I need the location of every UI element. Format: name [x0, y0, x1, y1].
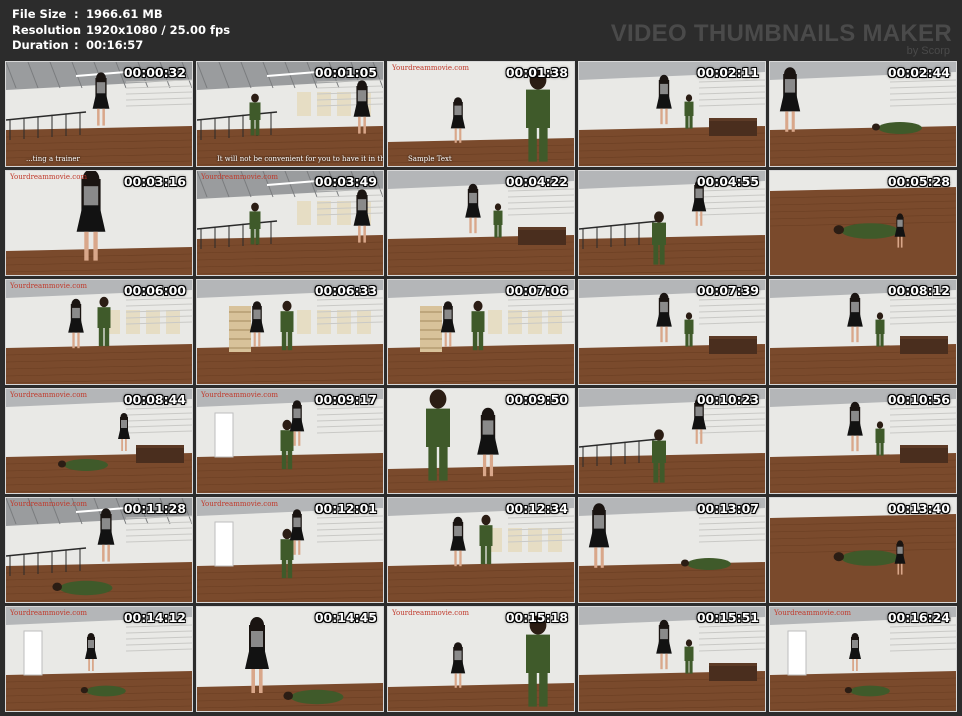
thumbnail-timestamp: 00:02:44 — [887, 65, 950, 80]
video-thumbnail[interactable]: Yourdreammovie.com 00:03:49 — [196, 170, 384, 276]
video-thumbnail[interactable]: Yourdreammovie.com 00:12:01 — [196, 497, 384, 603]
site-watermark: Yourdreammovie.com — [774, 609, 852, 617]
resolution-value: 1920x1080 / 25.00 fps — [86, 22, 231, 37]
video-thumbnail[interactable]: 00:05:28 — [769, 170, 957, 276]
thumbnail-timestamp: 00:08:12 — [887, 283, 950, 298]
video-thumbnail[interactable]: Yourdreammovie.com 00:09:17 — [196, 388, 384, 494]
thumbnail-timestamp: 00:07:39 — [696, 283, 759, 298]
thumbnail-timestamp: 00:10:56 — [887, 392, 950, 407]
video-thumbnail[interactable]: 00:15:51 — [578, 606, 766, 712]
thumbnail-timestamp: 00:12:34 — [505, 501, 568, 516]
thumbnail-timestamp: 00:06:00 — [123, 283, 186, 298]
thumbnail-timestamp: 00:14:12 — [123, 610, 186, 625]
site-watermark: Yourdreammovie.com — [392, 609, 470, 617]
video-thumbnail[interactable]: 00:14:45 — [196, 606, 384, 712]
resolution-label: Resolution — [12, 22, 82, 37]
thumbnail-timestamp: 00:16:24 — [887, 610, 950, 625]
site-watermark: Yourdreammovie.com — [10, 173, 88, 181]
resolution-sep: : — [74, 22, 79, 37]
thumbnail-timestamp: 00:05:28 — [887, 174, 950, 189]
thumbnail-timestamp: 00:03:49 — [314, 174, 377, 189]
duration-label: Duration — [12, 38, 69, 52]
thumbnail-timestamp: 00:13:07 — [696, 501, 759, 516]
video-thumbnail[interactable]: 00:00:32 ...ting a trainer — [5, 61, 193, 167]
video-thumbnail[interactable]: Yourdreammovie.com 00:14:12 — [5, 606, 193, 712]
site-watermark: Yourdreammovie.com — [392, 64, 470, 72]
video-thumbnail[interactable]: Yourdreammovie.com 00:16:24 — [769, 606, 957, 712]
thumbnail-timestamp: 00:06:33 — [314, 283, 377, 298]
video-thumbnail[interactable]: 00:04:22 — [387, 170, 575, 276]
thumbnail-timestamp: 00:04:55 — [696, 174, 759, 189]
thumbnail-timestamp: 00:14:45 — [314, 610, 377, 625]
resolution-row: Resolution : 1920x1080 / 25.00 fps — [12, 23, 230, 39]
thumbnail-timestamp: 00:04:22 — [505, 174, 568, 189]
video-thumbnail[interactable]: 00:07:06 — [387, 279, 575, 385]
thumbnail-timestamp: 00:12:01 — [314, 501, 377, 516]
site-watermark: Yourdreammovie.com — [201, 173, 279, 181]
watermark-subtitle: by Scorp — [906, 45, 950, 57]
site-watermark: Yourdreammovie.com — [201, 500, 279, 508]
thumbnail-timestamp: 00:01:38 — [505, 65, 568, 80]
file-size-row: File Size : 1966.61 MB — [12, 7, 230, 23]
thumbnail-timestamp: 00:08:44 — [123, 392, 186, 407]
site-watermark: Yourdreammovie.com — [10, 609, 88, 617]
thumbnail-timestamp: 00:10:23 — [696, 392, 759, 407]
duration-sep: : — [74, 38, 79, 52]
thumbnail-timestamp: 00:03:16 — [123, 174, 186, 189]
thumbnail-timestamp: 00:07:06 — [505, 283, 568, 298]
duration-value: 00:16:57 — [86, 38, 144, 52]
video-thumbnail[interactable]: Yourdreammovie.com 00:01:38 Sample Text — [387, 61, 575, 167]
thumbnail-timestamp: 00:09:50 — [505, 392, 568, 407]
video-thumbnail[interactable]: 00:02:11 — [578, 61, 766, 167]
subtitle-caption: ...ting a trainer — [26, 155, 80, 163]
video-thumbnail[interactable]: 00:02:44 — [769, 61, 957, 167]
watermark-title: VIDEO THUMBNAILS MAKER — [610, 20, 952, 47]
video-thumbnail[interactable]: 00:08:12 — [769, 279, 957, 385]
thumbnail-timestamp: 00:01:05 — [314, 65, 377, 80]
video-thumbnail[interactable]: Yourdreammovie.com 00:08:44 — [5, 388, 193, 494]
thumbnail-sheet: File Size : 1966.61 MB Resolution : 1920… — [0, 0, 962, 716]
duration-row: Duration : 00:16:57 — [12, 38, 230, 54]
thumbnail-timestamp: 00:11:28 — [123, 501, 186, 516]
thumbnail-timestamp: 00:02:11 — [696, 65, 759, 80]
video-thumbnail[interactable]: Yourdreammovie.com 00:11:28 — [5, 497, 193, 603]
video-thumbnail[interactable]: 00:10:56 — [769, 388, 957, 494]
video-thumbnail[interactable]: 00:10:23 — [578, 388, 766, 494]
file-size-sep: : — [74, 7, 79, 21]
file-info: File Size : 1966.61 MB Resolution : 1920… — [12, 7, 230, 54]
file-size-label: File Size — [12, 7, 67, 21]
video-thumbnail[interactable]: 00:09:50 — [387, 388, 575, 494]
subtitle-caption: Sample Text — [408, 155, 452, 163]
video-thumbnail[interactable]: 00:13:40 — [769, 497, 957, 603]
thumbnail-timestamp: 00:15:51 — [696, 610, 759, 625]
site-watermark: Yourdreammovie.com — [10, 391, 88, 399]
video-thumbnail[interactable]: 00:04:55 — [578, 170, 766, 276]
thumbnail-timestamp: 00:00:32 — [123, 65, 186, 80]
site-watermark: Yourdreammovie.com — [201, 391, 279, 399]
thumbnail-timestamp: 00:09:17 — [314, 392, 377, 407]
thumbnail-grid: 00:00:32 ...ting a trainer 00:01:05 It will… — [5, 61, 961, 713]
site-watermark: Yourdreammovie.com — [10, 500, 88, 508]
video-thumbnail[interactable]: Yourdreammovie.com 00:15:18 — [387, 606, 575, 712]
video-thumbnail[interactable]: 00:13:07 — [578, 497, 766, 603]
video-thumbnail[interactable]: 00:01:05 It will not be convenient for yo… — [196, 61, 384, 167]
file-size-value: 1966.61 MB — [86, 7, 163, 21]
video-thumbnail[interactable]: 00:07:39 — [578, 279, 766, 385]
video-thumbnail[interactable]: Yourdreammovie.com 00:06:00 — [5, 279, 193, 385]
video-thumbnail[interactable]: Yourdreammovie.com 00:03:16 — [5, 170, 193, 276]
subtitle-caption: It will not be convenient for you to hav… — [217, 155, 384, 163]
thumbnail-timestamp: 00:13:40 — [887, 501, 950, 516]
video-thumbnail[interactable]: 00:12:34 — [387, 497, 575, 603]
video-thumbnail[interactable]: 00:06:33 — [196, 279, 384, 385]
site-watermark: Yourdreammovie.com — [10, 282, 88, 290]
thumbnail-timestamp: 00:15:18 — [505, 610, 568, 625]
